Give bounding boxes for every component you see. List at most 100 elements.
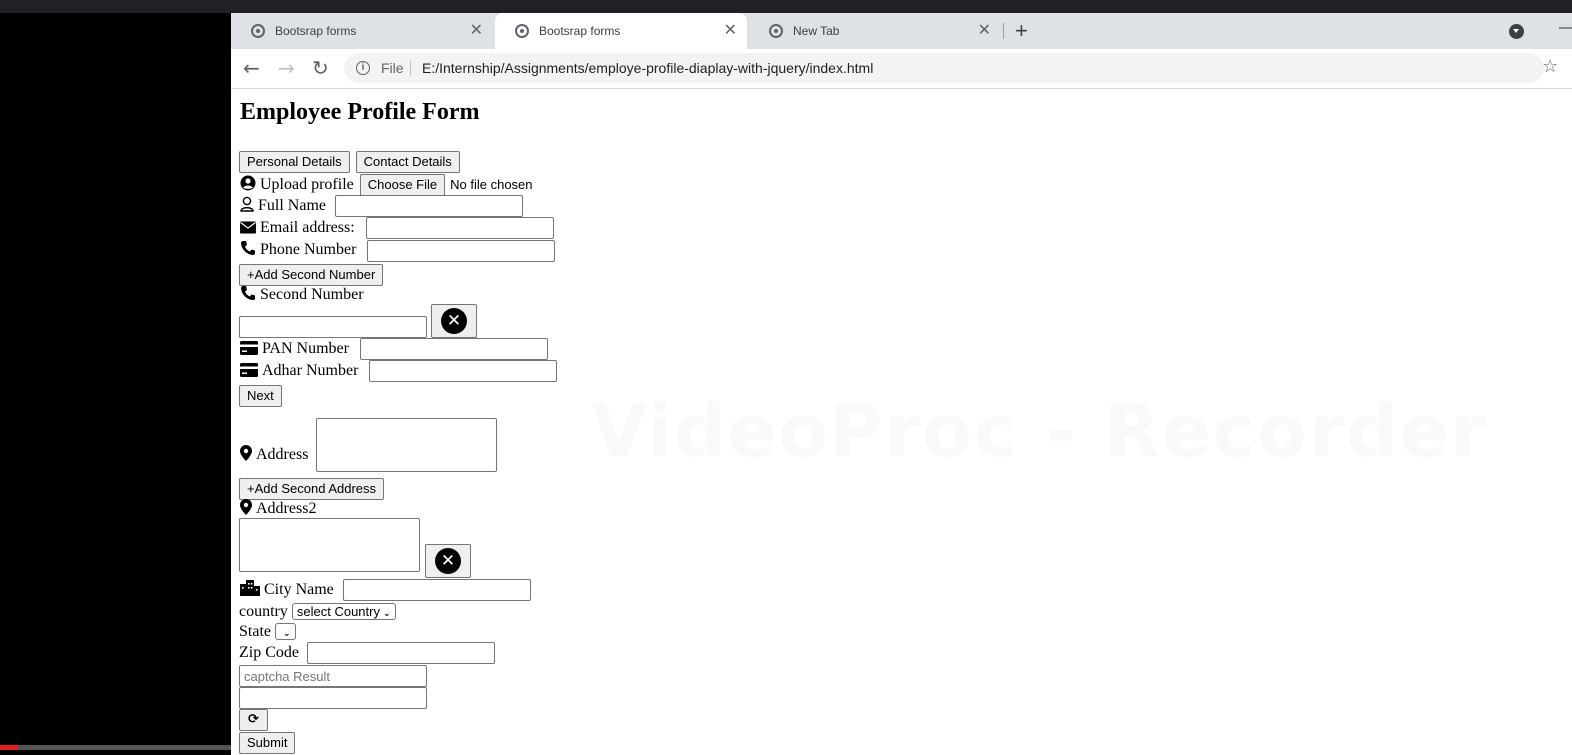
minimize-button[interactable]: — (1559, 19, 1572, 37)
tab-close-icon[interactable]: ✕ (470, 22, 483, 40)
captcha-answer-input[interactable] (239, 687, 427, 709)
phone-row: Phone Number (240, 240, 356, 260)
browser-window: Bootsrap forms ✕ Bootsrap forms ✕ New Ta… (231, 13, 1572, 755)
tab-title: Bootsrap forms (275, 24, 357, 38)
choose-file-button[interactable]: Choose File (359, 174, 446, 196)
address2-textarea[interactable] (239, 518, 420, 572)
add-second-number-wrap: +Add Second Number (239, 264, 384, 286)
email-input[interactable] (366, 217, 554, 239)
tab-bootsrap-forms-1[interactable]: Bootsrap forms ✕ (231, 13, 493, 49)
phone-icon (240, 240, 256, 260)
video-progress-track[interactable] (0, 745, 231, 750)
url-text[interactable]: E:/Internship/Assignments/employe-profil… (422, 60, 873, 76)
url-scheme-label: File (381, 60, 404, 76)
address2-label: Address2 (256, 500, 317, 517)
add-second-number-button[interactable]: +Add Second Number (239, 264, 384, 286)
submit-button[interactable]: Submit (239, 732, 296, 754)
tab-strip: Bootsrap forms ✕ Bootsrap forms ✕ New Ta… (231, 13, 1572, 49)
file-status: No file chosen (450, 177, 533, 192)
reload-button[interactable]: ↻ (312, 57, 329, 79)
state-select[interactable]: ⌄ (275, 623, 296, 640)
credit-card-icon (240, 361, 258, 381)
remove-address2-button[interactable]: ✕ (425, 544, 471, 578)
upload-label: Upload profile (260, 176, 354, 193)
second-number-input[interactable] (239, 316, 427, 338)
adhar-label: Adhar Number (262, 362, 359, 379)
omnibox-separator (410, 61, 411, 76)
close-circle-icon: ✕ (441, 308, 467, 334)
screen-top-bar (0, 0, 1572, 13)
tab-bootsrap-forms-2[interactable]: Bootsrap forms ✕ (495, 13, 747, 49)
adhar-input[interactable] (369, 360, 557, 382)
state-row: State ⌄ (239, 622, 296, 643)
address-bar[interactable]: i File E:/Internship/Assignments/employe… (344, 53, 1544, 83)
second-number-row: Second Number (240, 285, 364, 305)
video-progress-fill (0, 745, 18, 750)
submit-wrap: Submit (239, 732, 296, 754)
phone-icon (240, 285, 256, 305)
address-label: Address (256, 446, 309, 463)
form-tab-row: Personal Details Contact Details (239, 151, 460, 173)
city-row: City Name (240, 580, 334, 600)
zip-input[interactable] (307, 642, 495, 664)
back-button[interactable]: ← (243, 57, 260, 79)
zip-row: Zip Code (239, 643, 299, 663)
second-number-label: Second Number (260, 286, 364, 303)
video-letterbox (0, 13, 231, 755)
tab-search-icon[interactable] (1509, 24, 1524, 39)
city-label: City Name (264, 581, 334, 598)
captcha-result-input[interactable] (239, 665, 427, 687)
full-name-row: Full Name (240, 196, 326, 216)
info-icon[interactable]: i (356, 61, 370, 75)
pan-input[interactable] (360, 338, 548, 360)
phone-label: Phone Number (260, 241, 357, 258)
tab-new-tab[interactable]: New Tab ✕ (749, 13, 1001, 49)
next-wrap: Next (239, 385, 282, 407)
globe-icon (515, 24, 529, 38)
envelope-icon (240, 218, 256, 238)
map-marker-icon (240, 445, 252, 465)
address-textarea[interactable] (316, 418, 497, 472)
country-select[interactable]: select Country ⌄ (291, 603, 396, 620)
adhar-row: Adhar Number (240, 361, 358, 381)
refresh-icon[interactable]: ⟳ (239, 709, 268, 731)
tab-title: New Tab (793, 24, 840, 38)
email-row: Email address: (240, 218, 355, 238)
add-second-address-button[interactable]: +Add Second Address (239, 478, 385, 500)
address-row: Address (240, 445, 308, 465)
map-marker-icon (240, 499, 252, 519)
recorder-watermark: VideoProc - Recorder (591, 389, 1488, 473)
chevron-down-icon: ⌄ (382, 609, 391, 619)
chevron-down-icon: ⌄ (283, 629, 291, 639)
pan-label: PAN Number (262, 340, 349, 357)
country-row: country select Country ⌄ (239, 602, 396, 623)
remove-second-number-button[interactable]: ✕ (431, 304, 477, 338)
chrome-icon (769, 24, 783, 38)
zip-label: Zip Code (239, 644, 299, 661)
city-input[interactable] (343, 579, 531, 601)
page-title: Employee Profile Form (240, 99, 480, 125)
full-name-input[interactable] (335, 195, 523, 217)
email-label: Email address: (260, 219, 355, 236)
country-selected: select Country (296, 604, 380, 619)
tab-title: Bootsrap forms (539, 24, 621, 38)
bookmark-star-icon[interactable]: ☆ (1542, 56, 1558, 78)
upload-row: Upload profile Choose File No file chosen (240, 174, 533, 196)
country-label: country (239, 603, 288, 620)
phone-input[interactable] (367, 240, 555, 262)
new-tab-button[interactable]: + (1015, 19, 1028, 43)
personal-details-button[interactable]: Personal Details (239, 151, 350, 173)
tab-close-icon[interactable]: ✕ (724, 22, 737, 40)
contact-details-button[interactable]: Contact Details (355, 151, 460, 173)
captcha-refresh-wrap: ⟳ (239, 709, 268, 731)
address2-row: Address2 (240, 499, 316, 519)
credit-card-icon (240, 339, 258, 359)
next-button[interactable]: Next (239, 385, 282, 407)
globe-icon (251, 24, 265, 38)
tab-close-icon[interactable]: ✕ (978, 22, 991, 40)
state-label: State (239, 623, 271, 640)
browser-toolbar: ← → ↻ i File E:/Internship/Assignments/e… (231, 49, 1572, 89)
tab-separator (1003, 23, 1004, 39)
forward-button[interactable]: → (278, 57, 295, 79)
building-icon (240, 580, 260, 600)
